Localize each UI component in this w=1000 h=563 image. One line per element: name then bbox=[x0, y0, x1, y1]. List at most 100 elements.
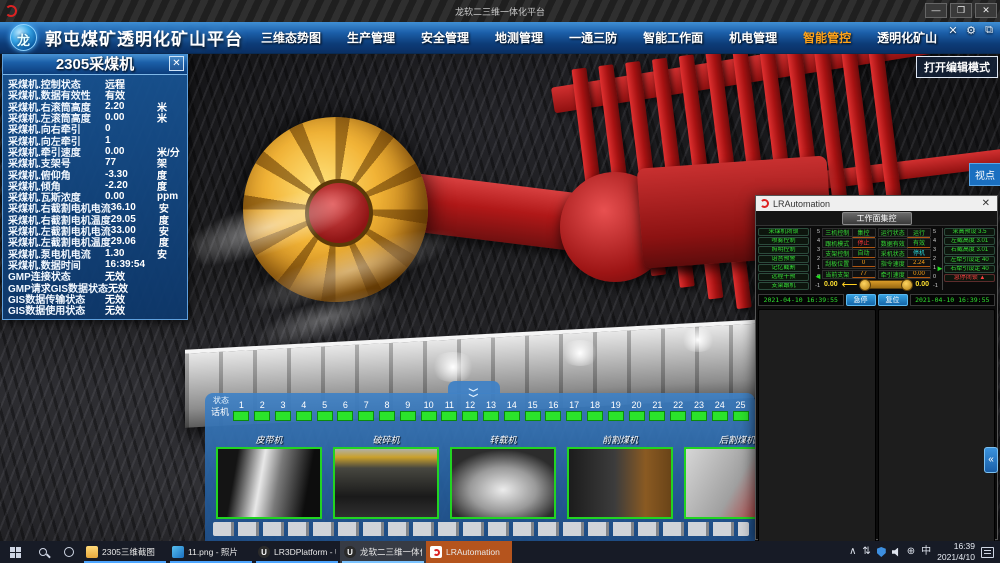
lr-function-button[interactable]: 喷雾控制 bbox=[758, 237, 809, 245]
lr-setting-button[interactable]: 采高预设 3.5 bbox=[944, 228, 995, 236]
close-button[interactable]: ✕ bbox=[975, 3, 997, 18]
minimize-button[interactable]: — bbox=[925, 3, 947, 18]
direction-arrow-icon: ⟵ bbox=[842, 280, 858, 290]
lr-function-button[interactable]: 远程干预 bbox=[758, 273, 809, 281]
camera-thumbnail[interactable] bbox=[450, 447, 556, 519]
taskbar-app[interactable]: U 龙软二三维一体化... bbox=[340, 541, 426, 563]
support-status-cell: 3 bbox=[273, 400, 294, 421]
nav-menu-item[interactable]: 一通三防 bbox=[569, 29, 617, 46]
camera-feed: 皮带机 bbox=[216, 433, 322, 519]
status-indicator bbox=[566, 411, 582, 421]
app-icon bbox=[172, 546, 184, 558]
nav-menu-item[interactable]: 机电管理 bbox=[729, 29, 777, 46]
start-button[interactable] bbox=[0, 541, 30, 563]
maximize-button[interactable]: ❐ bbox=[950, 3, 972, 18]
lr-right-buttons: 采高预设 3.5左截高度 3.01右截高度 3.01 左牵引设定 40右牵引设定 … bbox=[944, 228, 995, 290]
lr-function-button[interactable]: 采煤机闭锁 bbox=[758, 228, 809, 236]
lr-titlebar[interactable]: LRAutomation ✕ bbox=[756, 196, 997, 211]
lr-close-icon[interactable]: ✕ bbox=[979, 198, 993, 209]
nav-menu-item[interactable]: 三维态势图 bbox=[261, 29, 321, 46]
taskbar-app[interactable]: 11.png - 照片 bbox=[168, 541, 254, 563]
nav-menu-item[interactable]: 智能管控 bbox=[803, 29, 851, 46]
lr-function-button[interactable]: 支架跟机 bbox=[758, 282, 809, 290]
status-indicator bbox=[670, 411, 686, 421]
status-pair: 跟机模式 停止 bbox=[822, 238, 876, 247]
ime-indicator[interactable]: 中 bbox=[921, 541, 931, 563]
windows-logo-icon bbox=[10, 547, 21, 558]
usb-icon[interactable]: ⇅ bbox=[862, 541, 870, 563]
status-indicator bbox=[608, 411, 624, 421]
status-pair: 数据有效 有效 bbox=[878, 238, 932, 247]
lr-setting-button[interactable]: 右截高度 3.01 bbox=[944, 246, 995, 254]
taskbar-app[interactable]: U LR3DPlatform - U... bbox=[254, 541, 340, 563]
lr-function-button[interactable]: 语音预警 bbox=[758, 255, 809, 263]
mode-button[interactable]: 急停 bbox=[846, 294, 876, 306]
settings-gear-icon[interactable]: ⚙ bbox=[964, 24, 978, 37]
speaker-icon[interactable] bbox=[892, 548, 901, 557]
status-indicator bbox=[462, 411, 478, 421]
camera-thumbnail[interactable] bbox=[567, 447, 673, 519]
tray-expand-icon[interactable]: ∧ bbox=[849, 541, 856, 563]
chevron-down-icon: ❭❭ bbox=[469, 386, 480, 397]
control-row: 左摇臂 上升下降 bbox=[878, 309, 996, 563]
support-status-cell: 21 bbox=[647, 400, 668, 421]
taskbar-search-button[interactable] bbox=[30, 541, 56, 563]
taskbar-app[interactable]: LRAutomation bbox=[426, 541, 512, 563]
camera-thumbnail[interactable] bbox=[684, 447, 755, 519]
control-row: 方向切换 向左向右 bbox=[758, 309, 876, 563]
lamp-glow bbox=[430, 352, 476, 382]
panel-close-icon[interactable]: ✕ bbox=[169, 56, 184, 71]
support-status-cell: 2 bbox=[252, 400, 273, 421]
status-indicator bbox=[629, 411, 645, 421]
camera-thumbnail[interactable] bbox=[333, 447, 439, 519]
lr-function-button[interactable]: 记忆截割 bbox=[758, 264, 809, 272]
workface-control-tab[interactable]: 工作面集控 bbox=[842, 212, 912, 225]
status-pair: 刮板位置 0 bbox=[822, 259, 876, 268]
control-column-right: 左摇臂 上升下降 右摇臂 上升下降 牵引调速 bbox=[878, 309, 996, 536]
search-icon bbox=[39, 548, 47, 556]
camera-thumbnail[interactable] bbox=[216, 447, 322, 519]
speed-value-right: 0.00 bbox=[915, 281, 929, 288]
nav-menu-item[interactable]: 透明化矿山 bbox=[877, 29, 937, 46]
network-globe-icon[interactable]: ⊕ bbox=[907, 541, 915, 563]
collapse-status-tab[interactable]: ❭❭ bbox=[448, 381, 500, 394]
notification-center-icon[interactable] bbox=[981, 547, 994, 558]
mode-button[interactable]: 复位 bbox=[878, 294, 908, 306]
status-indicator bbox=[379, 411, 395, 421]
viewpoint-tab[interactable]: 视点 bbox=[969, 163, 1000, 186]
support-status-cell: 23 bbox=[689, 400, 710, 421]
thumbnail-filmstrip[interactable] bbox=[213, 522, 749, 536]
nav-menu-item[interactable]: 生产管理 bbox=[347, 29, 395, 46]
lr-setting-button[interactable]: 急停闭锁 ▲ bbox=[944, 274, 995, 282]
cortana-button[interactable] bbox=[56, 541, 82, 563]
nav-menu-item[interactable]: 地测管理 bbox=[495, 29, 543, 46]
status-pair: 牵引速度 0.00 bbox=[878, 270, 932, 279]
status-indicator bbox=[545, 411, 561, 421]
collapse-panel-button[interactable]: « bbox=[984, 447, 998, 473]
lr-function-button[interactable]: 照明控制 bbox=[758, 246, 809, 254]
lr-mode-buttons: 急停复位 bbox=[846, 294, 908, 306]
lr-setting-button[interactable]: 左截高度 3.01 bbox=[944, 237, 995, 245]
nav-menu-item[interactable]: 智能工作面 bbox=[643, 29, 703, 46]
support-status-cell: 8 bbox=[377, 400, 398, 421]
clock[interactable]: 16:39 2021/4/10 bbox=[937, 541, 975, 562]
status-indicator bbox=[296, 411, 312, 421]
defender-shield-icon[interactable] bbox=[877, 547, 886, 557]
status-indicator bbox=[504, 411, 520, 421]
timestamp-left: 2021-04-10 16:39:55 bbox=[758, 294, 844, 306]
taskbar: 2305三维截图 11.png - 照片 U LR3DPlatform - U.… bbox=[0, 541, 1000, 563]
nav-menu-item[interactable]: 安全管理 bbox=[421, 29, 469, 46]
speed-value-left: 0.00 bbox=[824, 281, 838, 288]
lamp-glow bbox=[560, 340, 600, 366]
open-edit-mode-button[interactable]: 打开编辑模式 bbox=[916, 56, 998, 78]
status-indicator bbox=[400, 411, 416, 421]
taskbar-app[interactable]: 2305三维截图 bbox=[82, 541, 168, 563]
camera-label: 破碎机 bbox=[372, 433, 399, 446]
tools-icon[interactable]: ✕ bbox=[946, 24, 960, 37]
support-status-cell: 17 bbox=[564, 400, 585, 421]
status-grid-right: 运行状态 运行 数据有效 有效 采机状态 停机 指令速度 2.24 bbox=[878, 228, 932, 279]
lr-setting-button[interactable]: 左牵引设定 40 bbox=[944, 256, 995, 264]
fullscreen-icon[interactable]: ⧉ bbox=[982, 24, 996, 37]
status-indicator bbox=[337, 411, 353, 421]
lr-setting-button[interactable]: 右牵引设定 40 bbox=[944, 265, 995, 273]
